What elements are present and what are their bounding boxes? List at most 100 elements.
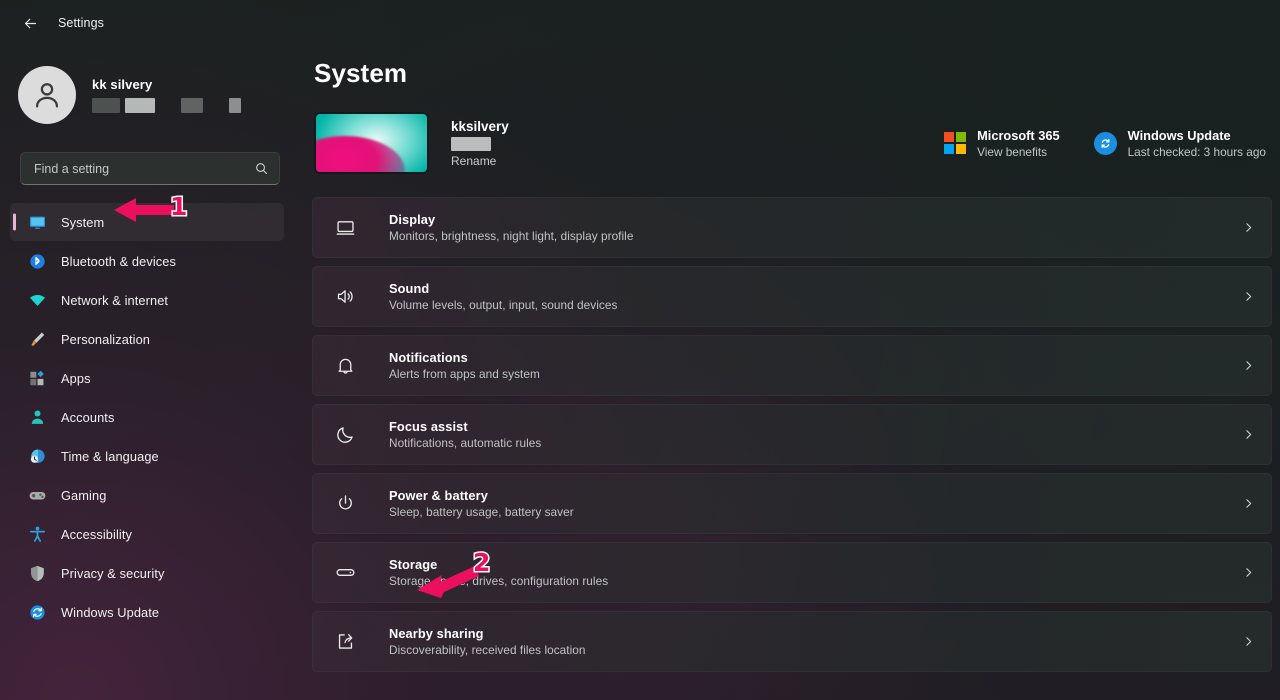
shield-icon [28, 564, 47, 583]
settings-row-storage[interactable]: Storage Storage space, drives, configura… [312, 542, 1272, 603]
drive-icon-svg [336, 569, 354, 576]
page-title: System [314, 58, 408, 88]
chevron-right-icon [1242, 635, 1255, 648]
row-subtitle: Volume levels, output, input, sound devi… [389, 298, 618, 312]
avatar [18, 66, 76, 124]
row-subtitle: Monitors, brightness, night light, displ… [389, 229, 634, 243]
settings-row-power-battery[interactable]: Power & battery Sleep, battery usage, ba… [312, 473, 1272, 534]
card-subtitle: Last checked: 3 hours ago [1127, 144, 1266, 159]
card-text: Windows Update Last checked: 3 hours ago [1128, 128, 1266, 159]
person-icon [28, 408, 47, 427]
user-profile[interactable]: kk silvery [0, 56, 300, 130]
chevron-right-icon [1242, 221, 1255, 234]
sync-icon [1093, 131, 1117, 155]
monitor-icon [28, 213, 47, 232]
share-icon [333, 630, 357, 654]
sidebar-item-label: Accessibility [61, 526, 132, 542]
sidebar-item-label: System [61, 214, 105, 230]
sidebar-item-system[interactable]: System [10, 203, 284, 241]
sidebar-item-label: Bluetooth & devices [61, 253, 177, 269]
display-icon [333, 216, 357, 240]
gamepad-icon-svg [29, 491, 46, 499]
wifi-icon [28, 291, 47, 310]
paintbrush-icon-svg [31, 332, 45, 346]
main-content: System kksilvery Rename Microsoft 365 Vi… [300, 46, 1280, 700]
row-text: Storage Storage space, drives, configura… [389, 557, 608, 588]
settings-row-sound[interactable]: Sound Volume levels, output, input, soun… [312, 266, 1272, 327]
row-text: Focus assist Notifications, automatic ru… [389, 419, 541, 450]
person-icon-svg [31, 410, 44, 424]
search-icon [256, 163, 268, 175]
back-button[interactable] [14, 7, 46, 39]
row-subtitle: Notifications, automatic rules [389, 436, 542, 450]
device-account-redacted [451, 136, 491, 151]
sidebar: kk silvery Find a setting System Bluetoo… [0, 46, 300, 700]
gamepad-icon [28, 486, 47, 505]
rename-link[interactable]: Rename [451, 154, 509, 168]
clock-globe-icon-svg [30, 449, 45, 463]
sidebar-item-label: Apps [61, 370, 91, 386]
search-box[interactable] [20, 152, 280, 185]
chevron-right-icon [1242, 566, 1255, 579]
speaker-icon [333, 285, 357, 309]
device-hero: kksilvery Rename Microsoft 365 View bene… [314, 111, 1272, 175]
power-icon [333, 492, 357, 516]
moon-icon [333, 423, 357, 447]
card-title: Windows Update [1127, 127, 1231, 143]
row-title: Nearby sharing [389, 626, 484, 641]
accessibility-icon-svg [29, 526, 46, 542]
sidebar-item-accounts[interactable]: Accounts [10, 398, 284, 436]
sidebar-item-label: Time & language [61, 448, 159, 464]
shield-icon-svg [31, 565, 44, 581]
sidebar-item-accessibility[interactable]: Accessibility [10, 515, 284, 553]
row-title: Notifications [389, 350, 468, 365]
windows-update-card[interactable]: Windows Update Last checked: 3 hours ago [1093, 128, 1266, 159]
apps-icon [28, 369, 47, 388]
profile-text: kk silvery [92, 77, 241, 113]
row-subtitle: Discoverability, received files location [389, 643, 586, 657]
row-text: Notifications Alerts from apps and syste… [389, 350, 540, 381]
clock-globe-icon [28, 447, 47, 466]
paintbrush-icon [28, 330, 47, 349]
settings-row-display[interactable]: Display Monitors, brightness, night ligh… [312, 197, 1272, 258]
sidebar-item-label: Gaming [61, 487, 107, 503]
device-wallpaper-thumbnail [314, 112, 429, 174]
sidebar-item-bluetooth-devices[interactable]: Bluetooth & devices [10, 242, 284, 280]
row-text: Display Monitors, brightness, night ligh… [389, 212, 633, 243]
hero-cards: Microsoft 365 View benefits Windows Upda… [944, 128, 1272, 159]
sidebar-item-apps[interactable]: Apps [10, 359, 284, 397]
settings-row-notifications[interactable]: Notifications Alerts from apps and syste… [312, 335, 1272, 396]
row-title: Storage [389, 557, 438, 572]
sidebar-item-network-internet[interactable]: Network & internet [10, 281, 284, 319]
bell-icon [333, 354, 357, 378]
sidebar-item-label: Privacy & security [61, 565, 165, 581]
back-arrow-icon [24, 18, 36, 28]
row-title: Focus assist [389, 419, 468, 434]
sidebar-item-gaming[interactable]: Gaming [10, 476, 284, 514]
profile-name: kk silvery [92, 77, 153, 92]
settings-row-nearby-sharing[interactable]: Nearby sharing Discoverability, received… [312, 611, 1272, 672]
power-icon-svg [338, 495, 352, 510]
person-icon [35, 83, 59, 108]
sidebar-item-windows-update[interactable]: Windows Update [10, 593, 284, 631]
settings-row-focus-assist[interactable]: Focus assist Notifications, automatic ru… [312, 404, 1272, 465]
card-text: Microsoft 365 View benefits [977, 128, 1060, 159]
card-subtitle: View benefits [977, 144, 1048, 159]
row-subtitle: Sleep, battery usage, battery saver [389, 505, 574, 519]
row-text: Power & battery Sleep, battery usage, ba… [389, 488, 574, 519]
row-subtitle: Alerts from apps and system [389, 367, 540, 381]
bluetooth-icon [28, 252, 47, 271]
display-icon-svg [336, 221, 354, 235]
row-title: Power & battery [389, 488, 488, 503]
moon-icon-svg [336, 427, 353, 443]
sidebar-item-time-language[interactable]: Time & language [10, 437, 284, 475]
settings-rows: Display Monitors, brightness, night ligh… [312, 197, 1272, 672]
search-input[interactable] [34, 161, 254, 176]
row-text: Nearby sharing Discoverability, received… [389, 626, 586, 657]
sidebar-item-privacy-security[interactable]: Privacy & security [10, 554, 284, 592]
sync-icon-svg [1101, 138, 1110, 148]
microsoft-365-card[interactable]: Microsoft 365 View benefits [944, 128, 1060, 159]
sidebar-item-personalization[interactable]: Personalization [10, 320, 284, 358]
redaction-block [181, 98, 203, 113]
redaction-block [229, 98, 241, 113]
